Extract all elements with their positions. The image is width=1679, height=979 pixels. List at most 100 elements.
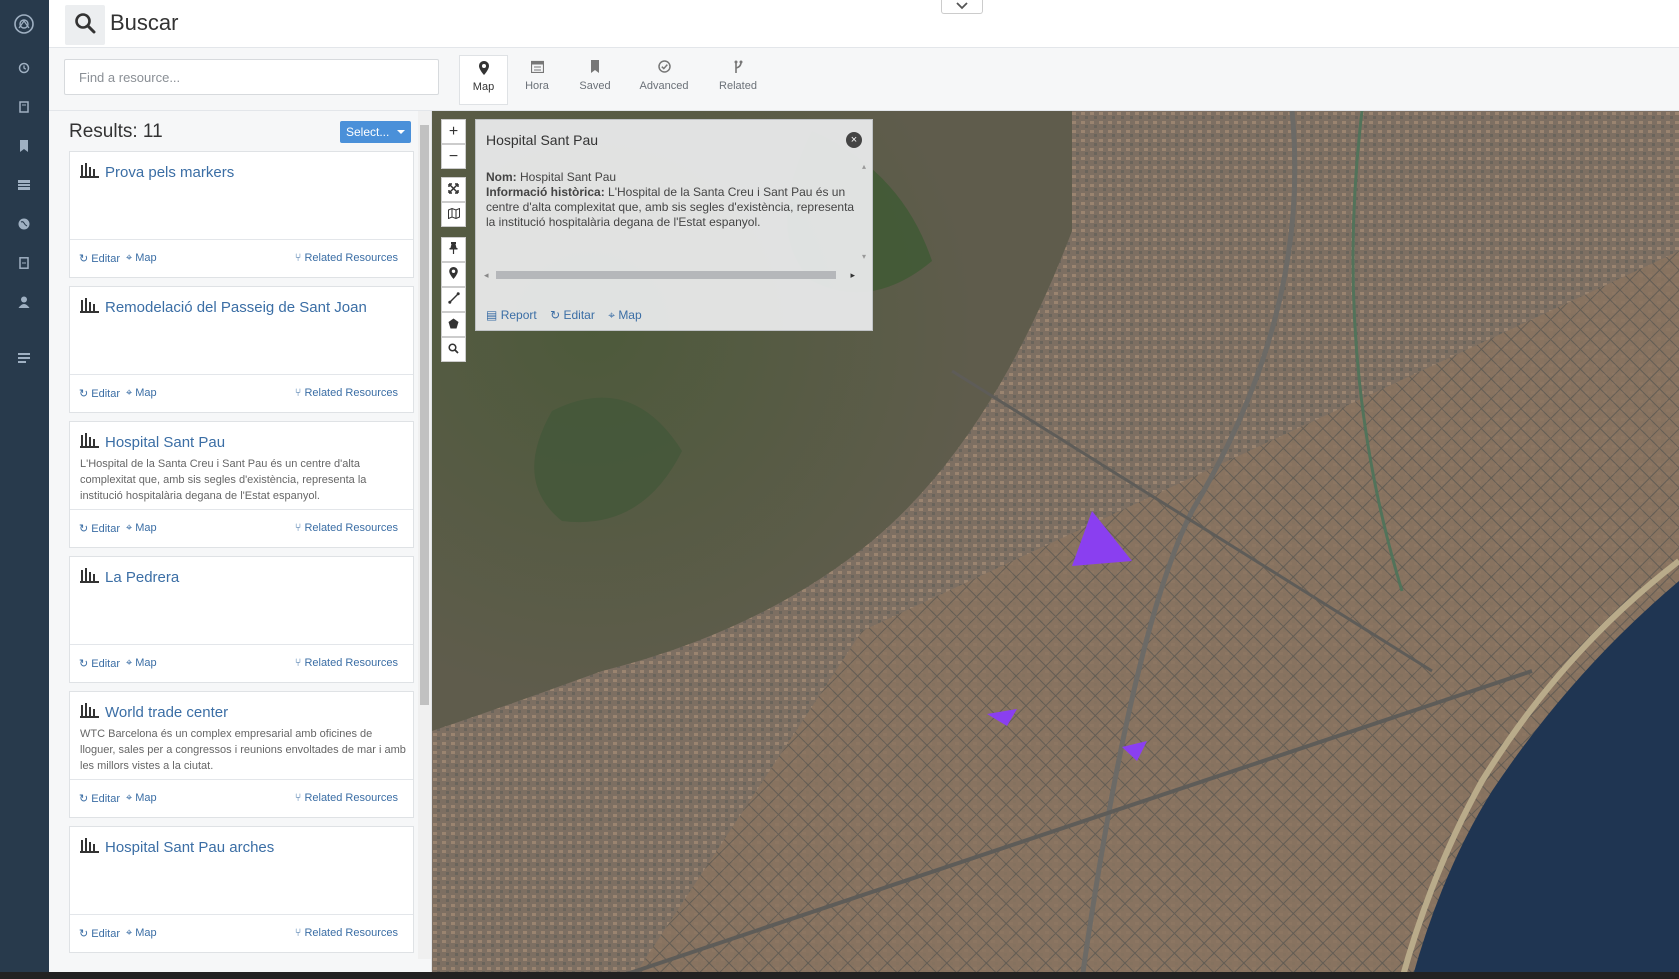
report-link[interactable]: ▤ Report [486, 308, 540, 322]
tab-advanced[interactable]: Advanced [624, 55, 704, 105]
zoom-in-button[interactable]: + [441, 119, 466, 144]
related-resources-link[interactable]: ⑂ Related Resources [295, 387, 398, 399]
related-resources-link[interactable]: ⑂ Related Resources [295, 927, 398, 939]
building-icon [80, 703, 100, 719]
collapse-header-button[interactable] [941, 0, 983, 14]
marker-tool-button[interactable] [441, 262, 466, 287]
popup-vertical-scrollbar[interactable]: ▴ ▾ [862, 162, 866, 262]
user-icon[interactable] [15, 293, 33, 311]
result-card[interactable]: Prova pels markers ↻ Editar ⌖ Map ⑂ Related… [69, 151, 414, 278]
result-title[interactable]: Hospital Sant Pau arches [105, 839, 274, 856]
tab-hora[interactable]: Hora [508, 55, 566, 105]
edit-link[interactable]: ↻ Editar [79, 657, 120, 670]
result-title[interactable]: Prova pels markers [105, 164, 234, 181]
logo-icon[interactable] [13, 13, 35, 35]
scroll-right-icon[interactable]: ▸ [850, 270, 855, 281]
result-card[interactable]: World trade center WTC Barcelona és un co… [69, 691, 414, 818]
line-tool-button[interactable] [441, 287, 466, 312]
map-link[interactable]: ⌖ Map [126, 657, 157, 670]
edit-link[interactable]: ↻ Editar [79, 252, 120, 265]
polygon-tool-button[interactable] [441, 312, 466, 337]
related-label: Related Resources [304, 927, 398, 939]
map-search-button[interactable] [441, 337, 466, 362]
map-label: Map [618, 308, 642, 322]
related-resources-link[interactable]: ⑂ Related Resources [295, 792, 398, 804]
filter-row: Map Hora Saved Advanced Related [49, 48, 1679, 111]
book-icon[interactable] [15, 98, 33, 116]
fork-icon: ⑂ [294, 387, 305, 399]
result-title[interactable]: Hospital Sant Pau [105, 434, 225, 451]
building-icon [80, 433, 100, 449]
fork-icon: ⑂ [294, 792, 305, 804]
refresh-icon: ↻ [79, 928, 92, 940]
scrollbar-thumb[interactable] [420, 125, 429, 705]
scrollbar[interactable] [418, 111, 431, 959]
map-link[interactable]: ⌖ Map [126, 927, 157, 940]
map-link[interactable]: ⌖ Map [126, 792, 157, 805]
result-card[interactable]: Remodelació del Passeig de Sant Joan ↻ Ed… [69, 286, 414, 413]
edit-link[interactable]: ↻ Editar [79, 522, 120, 535]
map-label: Map [135, 927, 157, 939]
tab-label: Advanced [639, 80, 689, 92]
tab-label: Related [719, 80, 757, 92]
minus-icon: − [448, 147, 459, 165]
result-card[interactable]: Hospital Sant Pau arches ↻ Editar ⌖ Map ⑂ R… [69, 826, 414, 953]
thumbtack-icon [449, 241, 458, 259]
result-title[interactable]: La Pedrera [105, 569, 179, 586]
related-label: Related Resources [304, 522, 398, 534]
map-link[interactable]: ⌖ Map [608, 308, 641, 322]
fullscreen-button[interactable] [441, 177, 466, 202]
popup-horizontal-scrollbar[interactable]: ◂ ▸ [482, 268, 857, 282]
table-icon[interactable] [15, 176, 33, 194]
menu-icon[interactable] [15, 349, 33, 367]
related-resources-link[interactable]: ⑂ Related Resources [295, 522, 398, 534]
related-resources-link[interactable]: ⑂ Related Resources [295, 252, 398, 264]
report-label: Report [500, 308, 537, 322]
map-link[interactable]: ⌖ Map [126, 252, 157, 265]
refresh-icon: ↻ [79, 523, 92, 535]
resource-popup: Hospital Sant Pau × Nom: Hospital Sant P… [475, 119, 873, 331]
select-dropdown[interactable]: Select... [340, 121, 411, 143]
pin-tool-button[interactable] [441, 237, 466, 262]
close-icon[interactable]: × [846, 132, 862, 148]
file-icon: ▤ [486, 308, 498, 322]
edit-label: Editar [91, 253, 121, 265]
resource-search-input[interactable] [64, 59, 439, 95]
map-marker-icon [449, 266, 458, 284]
popup-body: Nom: Hospital Sant Pau Informació històr… [486, 170, 856, 230]
search-button[interactable] [65, 5, 105, 45]
result-actions: ↻ Editar ⌖ Map ⑂ Related Resources [70, 644, 413, 682]
file-icon[interactable] [15, 254, 33, 272]
related-resources-link[interactable]: ⑂ Related Resources [295, 657, 398, 669]
edit-link[interactable]: ↻ Editar [79, 792, 120, 805]
result-actions: ↻ Editar ⌖ Map ⑂ Related Resources [70, 374, 413, 412]
result-card[interactable]: La Pedrera ↻ Editar ⌖ Map ⑂ Related Resourc… [69, 556, 414, 683]
fork-icon: ⑂ [294, 252, 305, 264]
edit-link[interactable]: ↻ Editar [79, 927, 120, 940]
header: Buscar [49, 0, 1679, 48]
popup-scroll-thumb[interactable] [496, 271, 836, 279]
edit-link[interactable]: ↻ Editar [550, 308, 598, 322]
result-title[interactable]: World trade center [105, 704, 228, 721]
bottom-bar [0, 972, 1679, 979]
result-title[interactable]: Remodelació del Passeig de Sant Joan [105, 299, 367, 316]
map-link[interactable]: ⌖ Map [126, 387, 157, 400]
bookmark-icon[interactable] [15, 137, 33, 155]
globe-icon[interactable] [15, 215, 33, 233]
result-card[interactable]: Hospital Sant Pau L'Hospital de la Santa … [69, 421, 414, 548]
chevron-down-icon [956, 0, 968, 15]
basemap-button[interactable] [441, 202, 466, 227]
bookmark-icon [566, 60, 624, 80]
history-icon[interactable] [15, 59, 33, 77]
tab-saved[interactable]: Saved [566, 55, 624, 105]
edit-link[interactable]: ↻ Editar [79, 387, 120, 400]
map-link[interactable]: ⌖ Map [126, 522, 157, 535]
map-view[interactable]: + − Hospital Sant Pau × Nom: Hospital Sa… [432, 111, 1679, 979]
scroll-left-icon[interactable]: ◂ [484, 270, 489, 281]
popup-title: Hospital Sant Pau [486, 132, 599, 148]
map-label: Map [135, 657, 157, 669]
tab-map[interactable]: Map [459, 55, 508, 105]
tab-related[interactable]: Related [704, 55, 772, 105]
edit-label: Editar [91, 928, 121, 940]
zoom-out-button[interactable]: − [441, 144, 466, 169]
